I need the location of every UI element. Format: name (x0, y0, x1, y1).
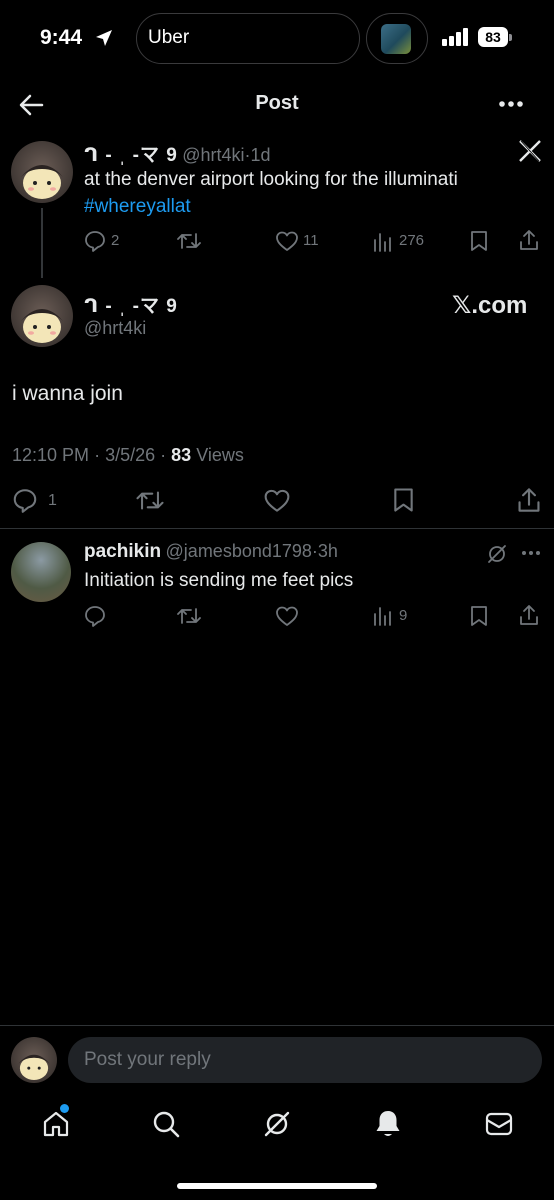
user-handle[interactable]: @hrt4ki (84, 318, 146, 339)
battery-indicator: 83 (478, 27, 508, 47)
island-app-label: Uber (148, 27, 190, 48)
like-icon[interactable] (275, 605, 299, 627)
post-text: Initiation is sending me feet pics (84, 570, 354, 591)
page-title: Post (255, 92, 299, 114)
search-icon[interactable] (152, 1110, 180, 1138)
divider (0, 528, 554, 529)
more-icon[interactable] (498, 97, 524, 111)
thread-line (41, 208, 43, 278)
views-count: 9 (399, 607, 408, 624)
avatar[interactable] (11, 141, 73, 203)
views-label: Views (196, 445, 244, 465)
reply-count: 2 (111, 232, 120, 249)
share-icon[interactable] (518, 229, 540, 251)
notification-dot (60, 1104, 69, 1113)
like-count: 11 (303, 232, 319, 249)
like-icon[interactable] (263, 488, 291, 513)
reply-count: 1 (48, 492, 57, 509)
post-age: 3h (317, 541, 338, 561)
reply-post-header: pachikin @jamesbond1798·3h (84, 541, 338, 563)
bookmark-icon[interactable] (470, 605, 488, 627)
parent-post-header: ᒉ - ˌ -マ 9 @hrt4ki·1d (84, 140, 271, 167)
messages-icon[interactable] (485, 1112, 513, 1136)
share-icon[interactable] (516, 487, 542, 513)
grok-icon[interactable] (486, 543, 508, 565)
reply-icon[interactable] (12, 488, 38, 513)
signal-icon (442, 28, 468, 46)
display-name[interactable]: pachikin (84, 541, 161, 562)
home-indicator (177, 1183, 377, 1189)
avatar[interactable] (11, 285, 73, 347)
reply-icon[interactable] (84, 605, 106, 627)
display-name[interactable]: ᒉ - ˌ -マ 9 (84, 145, 178, 166)
bookmark-icon[interactable] (393, 487, 414, 513)
repost-icon[interactable] (177, 230, 201, 252)
views-count[interactable]: 83 (171, 445, 191, 465)
views-icon[interactable] (373, 232, 393, 252)
views-icon[interactable] (373, 606, 393, 626)
repost-icon[interactable] (177, 605, 201, 627)
hashtag-link[interactable]: #whereyallat (84, 194, 191, 220)
like-icon[interactable] (275, 230, 299, 252)
views-count: 276 (399, 232, 425, 249)
user-handle[interactable]: @hrt4ki (182, 145, 244, 165)
notifications-icon[interactable] (374, 1109, 402, 1139)
share-icon[interactable] (518, 604, 540, 626)
post-time: 12:10 PM (12, 445, 90, 465)
post-text: i wanna join (12, 382, 123, 405)
reply-input[interactable]: Post your reply (68, 1037, 542, 1083)
location-arrow-icon (96, 30, 112, 46)
user-handle[interactable]: @jamesbond1798 (166, 541, 312, 561)
grok-icon[interactable] (263, 1110, 291, 1138)
home-icon[interactable] (42, 1110, 70, 1138)
status-time: 9:44 (40, 26, 83, 49)
avatar[interactable] (11, 542, 71, 602)
live-activity-artwork (381, 24, 411, 54)
x-com-watermark: 𝕏.com (452, 292, 528, 319)
avatar[interactable] (11, 1037, 57, 1083)
repost-icon[interactable] (136, 488, 164, 513)
bookmark-icon[interactable] (470, 230, 488, 252)
divider (0, 1025, 554, 1026)
display-name[interactable]: ᒉ - ˌ -マ 9 (84, 291, 178, 318)
reply-icon[interactable] (84, 230, 106, 252)
post-date: 3/5/26 (105, 445, 156, 465)
more-icon[interactable] (521, 548, 541, 558)
separator-dot: · (94, 445, 101, 465)
post-meta: 12:10 PM · 3/5/26 · 83 Views (12, 445, 244, 466)
separator-dot: · (160, 445, 167, 465)
post-text: at the denver airport looking for the il… (84, 169, 458, 190)
post-age: 1d (250, 145, 271, 165)
battery-tip (509, 34, 512, 41)
x-logo-icon[interactable] (518, 139, 542, 163)
